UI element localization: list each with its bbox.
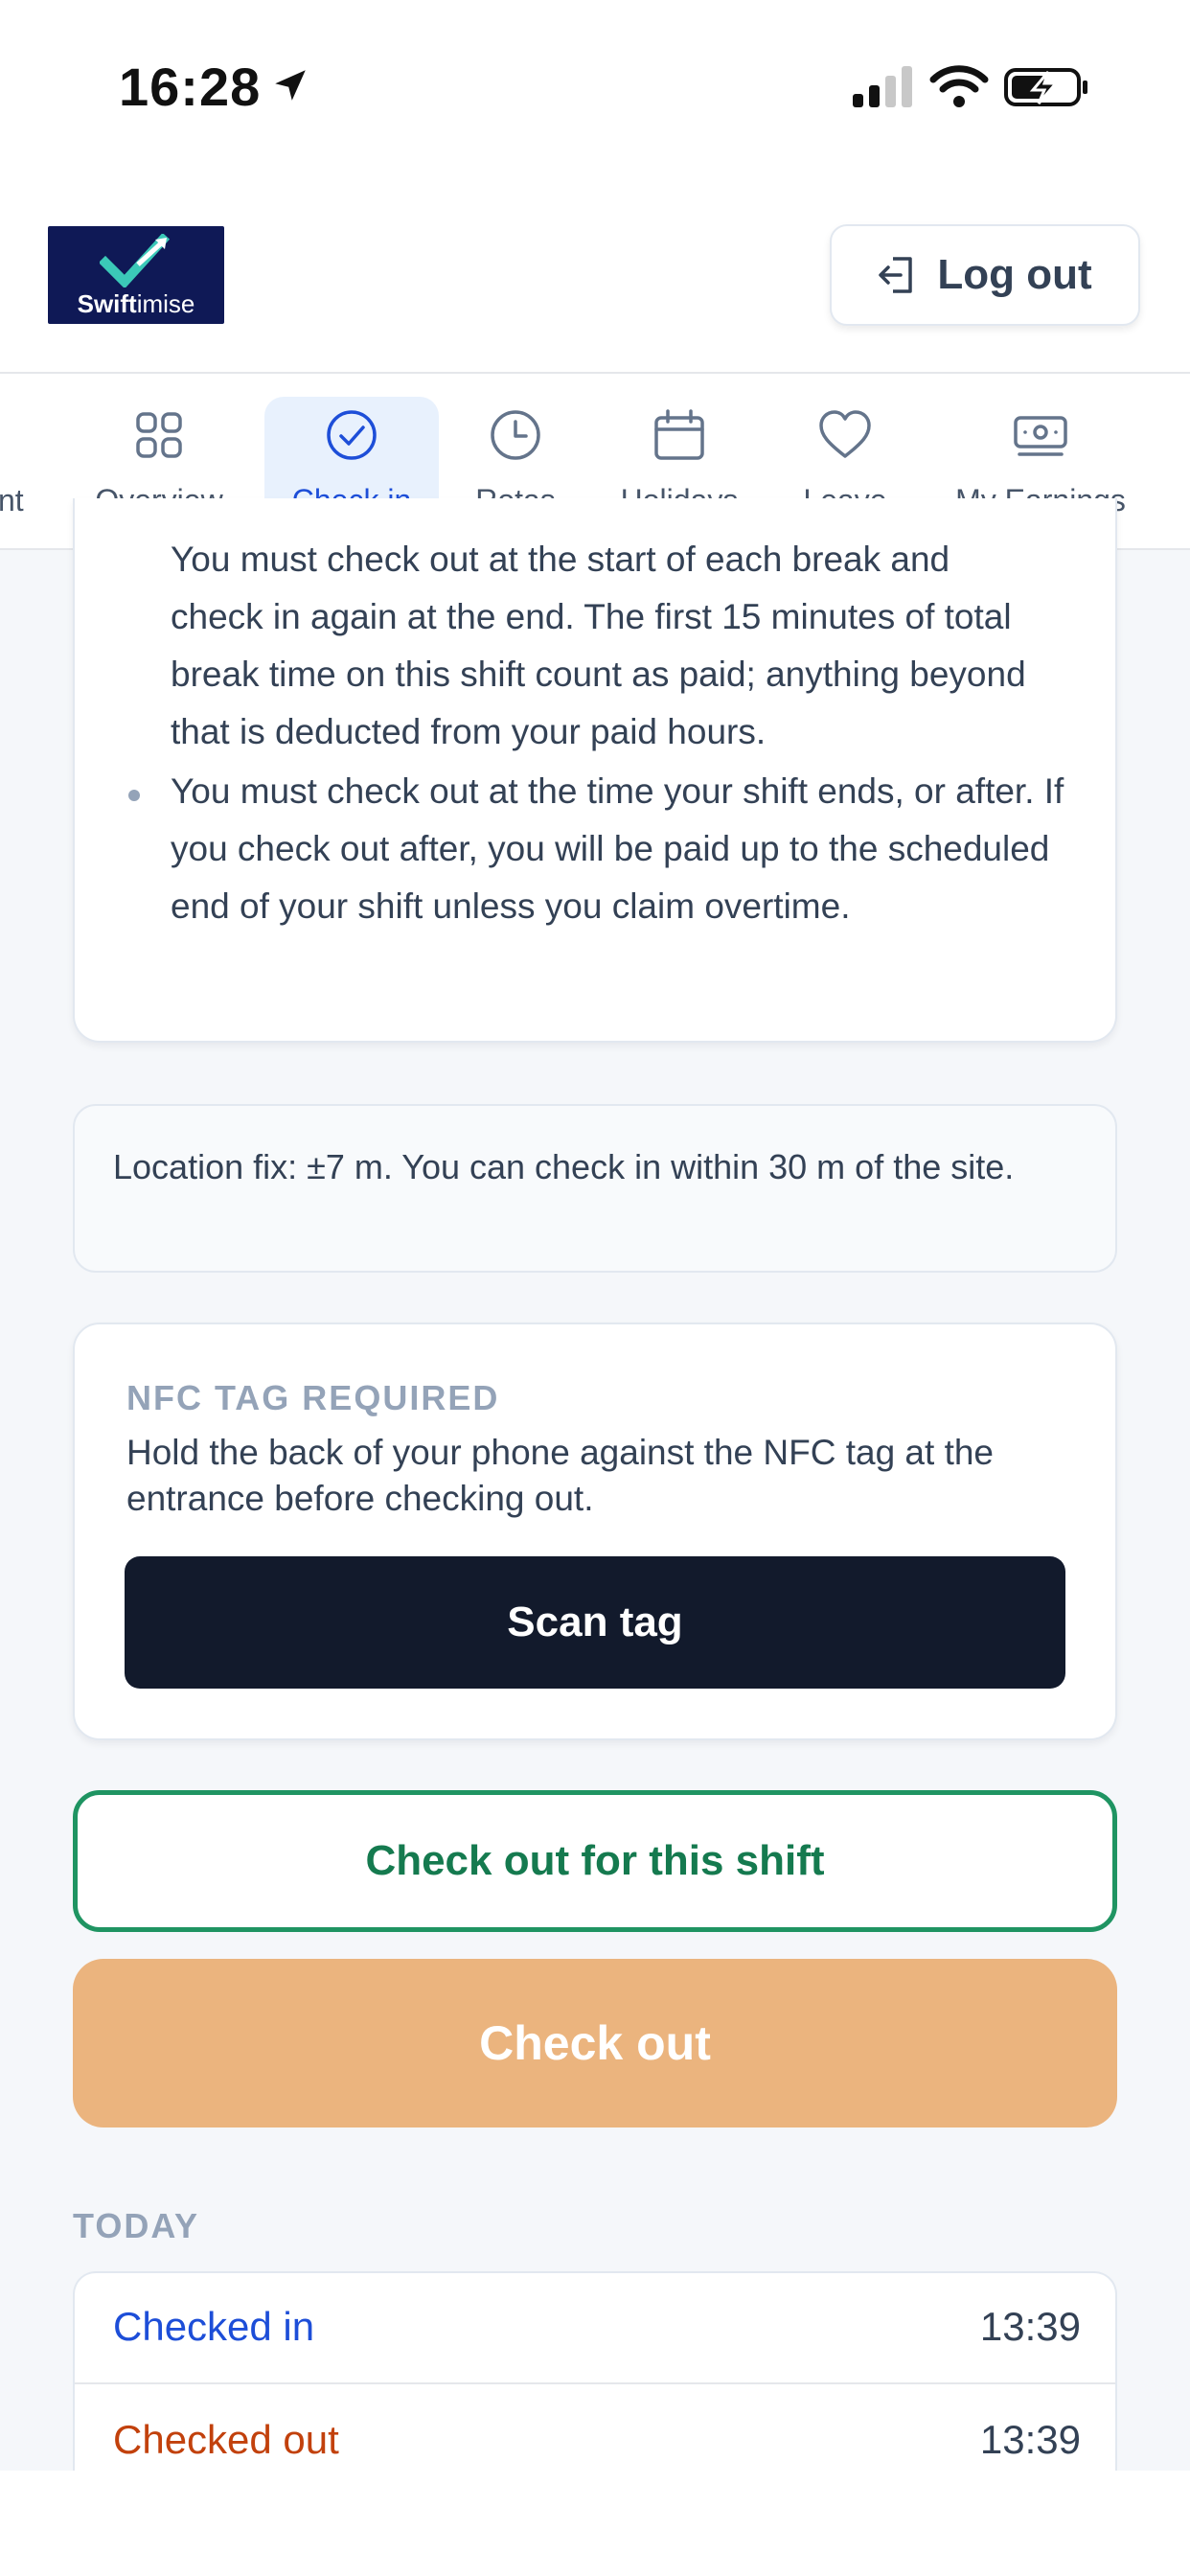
clock-icon (491, 410, 540, 460)
check-out-button[interactable]: Check out (73, 1959, 1117, 2128)
app-header: Swiftimise Log out (0, 172, 1190, 374)
nfc-tag-card: NFC TAG REQUIRED Hold the back of your p… (73, 1322, 1117, 1740)
logout-button[interactable]: Log out (830, 224, 1140, 326)
log-entry-time: 13:39 (979, 2417, 1081, 2462)
calendar-icon (654, 409, 704, 460)
logo-text: Swiftimise (77, 289, 195, 318)
location-fix-notice: Location fix: ±7 m. You can check in wit… (73, 1104, 1117, 1273)
swiftimise-logo: Swiftimise (48, 226, 224, 324)
location-arrow-icon (275, 70, 306, 101)
grid-icon (136, 412, 182, 458)
status-bar: 16:28 (0, 0, 1190, 172)
location-fix-text: Location fix: ±7 m. You can check in wit… (113, 1147, 1015, 1186)
logout-icon (879, 257, 913, 293)
log-entry-label: Checked out (113, 2417, 339, 2462)
nfc-title: NFC TAG REQUIRED (126, 1378, 500, 1417)
check-circle-icon (327, 410, 377, 460)
log-row-checked-in: Checked in 13:39 (75, 2273, 1115, 2384)
scan-tag-button[interactable]: Scan tag (125, 1556, 1065, 1689)
logout-label: Log out (937, 251, 1092, 298)
checkmark-logo-icon (100, 234, 171, 288)
log-entry-label: Checked in (113, 2304, 315, 2349)
check-in-rules-card: You must check out at the start of each … (73, 498, 1117, 1043)
tab-partial-label[interactable]: nt (0, 483, 24, 518)
wifi-icon (929, 65, 989, 107)
check-out-for-shift-button[interactable]: Check out for this shift (73, 1790, 1117, 1932)
today-section-label: TODAY (73, 2206, 200, 2245)
heart-icon (819, 410, 871, 458)
rule-partial-line: You must check out at the start of each … (171, 540, 950, 579)
rule-shift-end-text: You must check out at the time your shif… (171, 771, 1064, 926)
nfc-description: Hold the back of your phone against the … (126, 1433, 995, 1518)
rule-break-text: check in again at the end. The first 15 … (171, 597, 1026, 751)
signal-icon (853, 66, 912, 107)
bullet-dot (128, 790, 140, 801)
bottom-bar-area (0, 2471, 1190, 2576)
money-icon (1014, 416, 1067, 456)
status-time: 16:28 (119, 57, 262, 117)
log-entry-time: 13:39 (979, 2304, 1081, 2349)
battery-charging-icon (1004, 68, 1087, 106)
